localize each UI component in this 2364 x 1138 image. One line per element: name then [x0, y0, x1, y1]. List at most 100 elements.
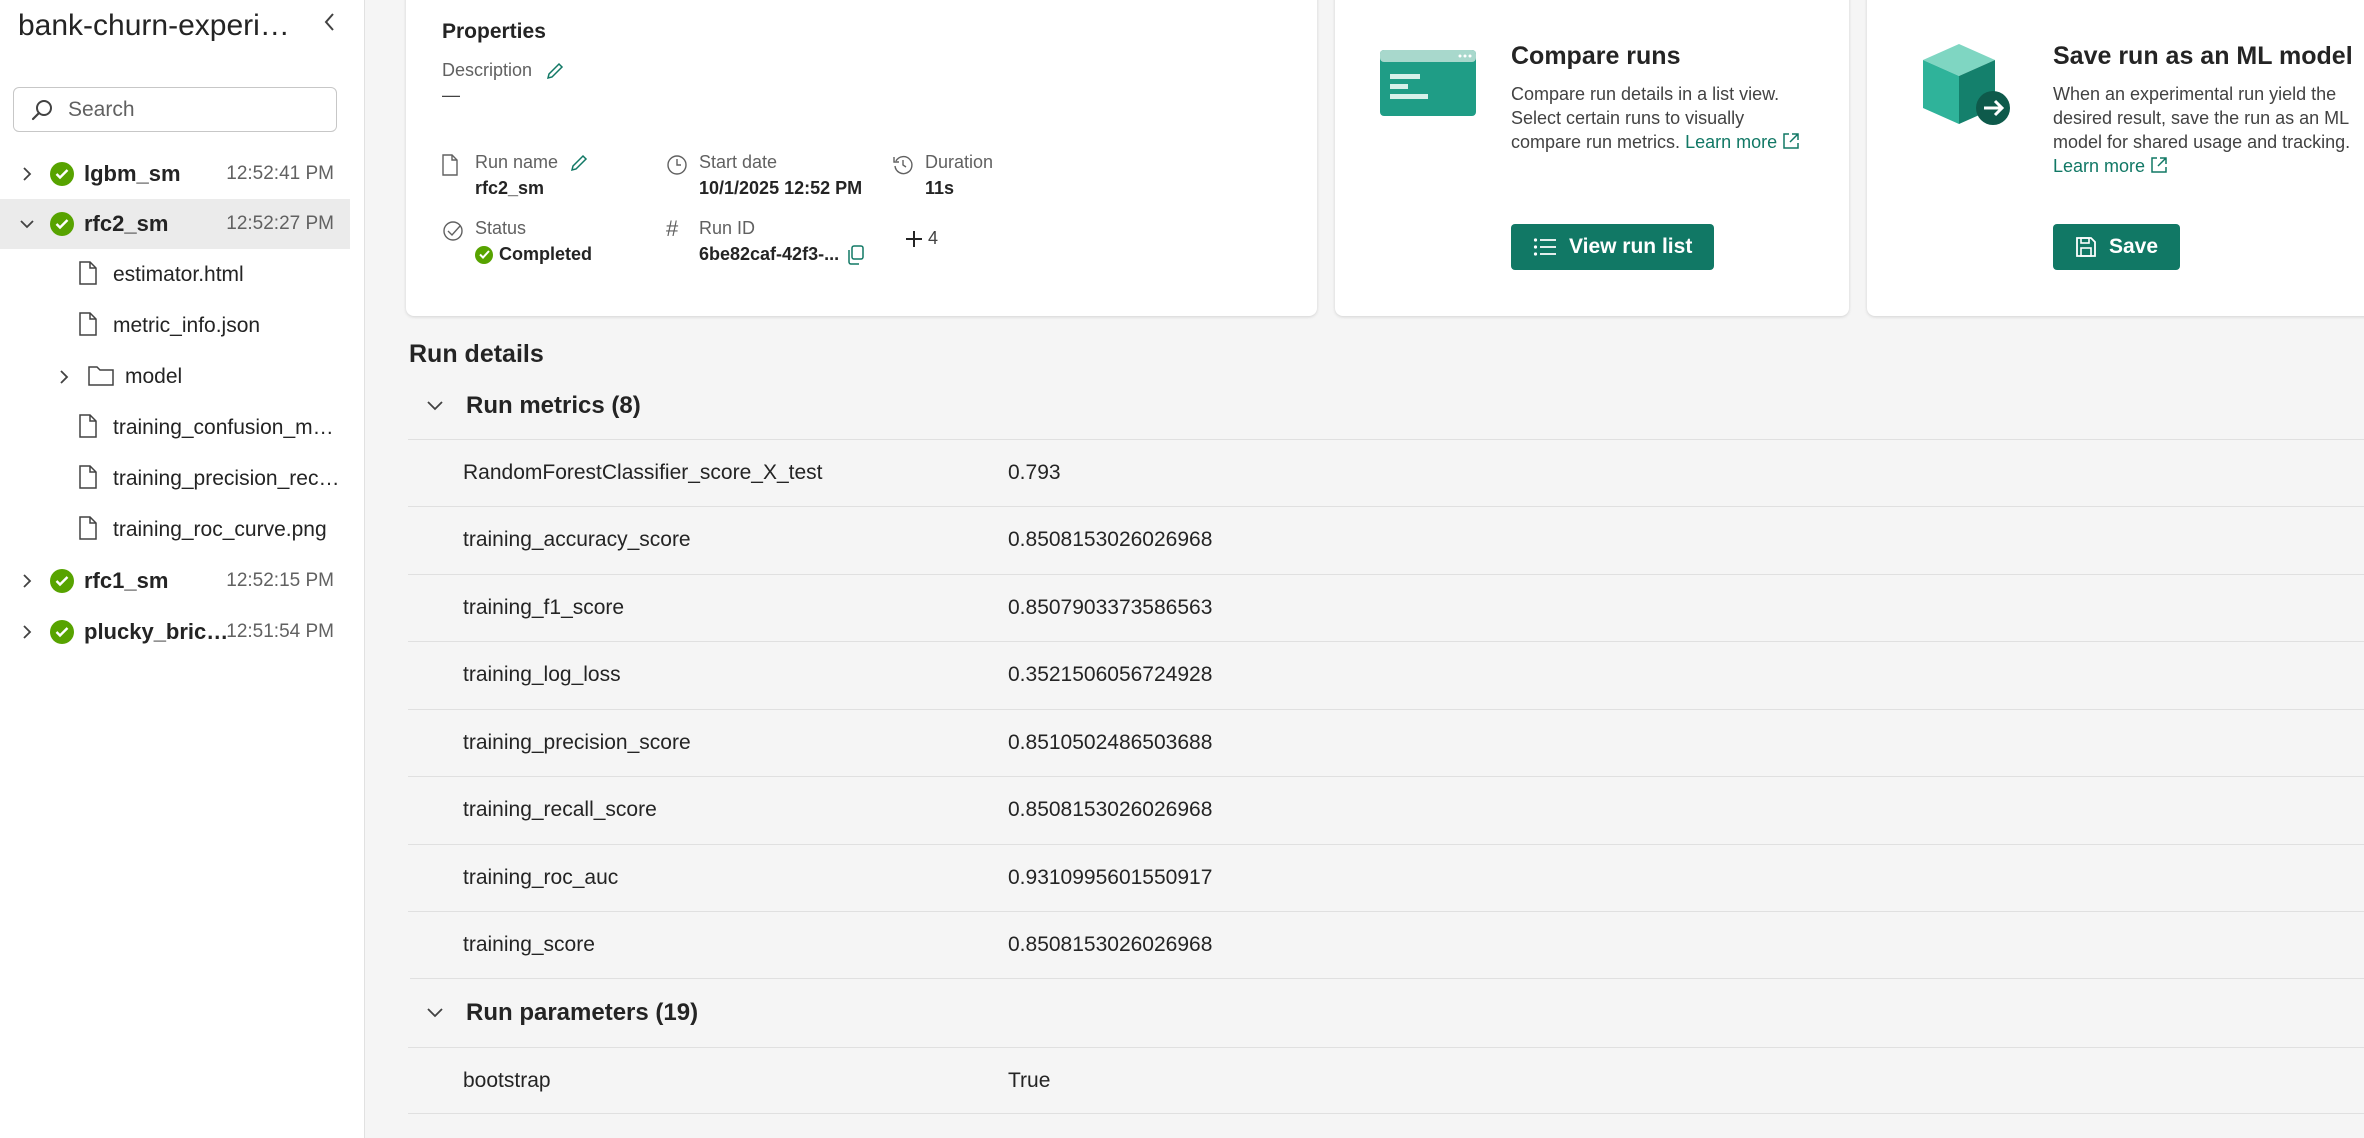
- status-label: Status: [475, 218, 527, 238]
- edit-pencil-icon[interactable]: [545, 61, 565, 81]
- file-item-estimator[interactable]: estimator.html: [0, 250, 350, 300]
- save-model-button[interactable]: Save: [2053, 224, 2181, 270]
- chevron-right-icon[interactable]: [18, 572, 36, 590]
- run-item-lgbm-sm[interactable]: lgbm_sm 12:52:41 PM: [0, 149, 350, 199]
- file-name: training_roc_curve.png: [113, 518, 327, 541]
- metric-key: training_f1_score: [463, 596, 625, 619]
- chevron-right-icon[interactable]: [18, 623, 36, 641]
- metric-value: 0.8508153026026968: [1008, 933, 1213, 956]
- file-item-roc-curve[interactable]: training_roc_curve.png: [0, 505, 350, 555]
- success-check-icon: [50, 162, 74, 186]
- file-icon: [78, 311, 98, 341]
- metric-key: training_log_loss: [463, 663, 621, 686]
- metric-key: training_roc_auc: [463, 866, 619, 889]
- success-check-icon: [50, 620, 74, 644]
- metric-row: training_log_loss 0.3521506056724928: [408, 641, 2364, 708]
- file-icon: [78, 464, 98, 494]
- file-item-confusion-matrix[interactable]: training_confusion_mat...: [0, 403, 350, 453]
- list-icon: [1533, 238, 1556, 256]
- folder-name: model: [125, 365, 183, 388]
- save-floppy-icon: [2076, 237, 2096, 257]
- file-icon: [78, 413, 98, 443]
- chevron-right-icon[interactable]: [55, 368, 73, 386]
- chevron-down-icon: [427, 1007, 443, 1017]
- edit-pencil-icon[interactable]: [569, 153, 589, 173]
- metric-row: training_roc_auc 0.9310995601550917: [408, 844, 2364, 911]
- sidebar: bank-churn-experiment lgbm_sm 12:52:41 P…: [0, 0, 365, 1138]
- metric-key: training_recall_score: [463, 798, 657, 821]
- metric-value: 0.8508153026026968: [1008, 528, 1213, 551]
- search-icon: [31, 99, 52, 120]
- copy-icon[interactable]: [847, 244, 865, 265]
- duration-value: 11s: [925, 178, 955, 198]
- metric-value: 0.3521506056724928: [1008, 663, 1213, 686]
- chevron-left-icon: [324, 13, 334, 31]
- open-external-icon: [2151, 157, 2167, 173]
- run-item-rfc2-sm[interactable]: rfc2_sm 12:52:27 PM: [0, 199, 350, 249]
- file-icon: [78, 515, 98, 545]
- metric-key: training_accuracy_score: [463, 528, 691, 551]
- metric-value: 0.8507903373586563: [1008, 596, 1213, 619]
- start-date-label: Start date: [699, 152, 778, 172]
- chevron-down-icon[interactable]: [18, 215, 36, 233]
- file-item-metric-info[interactable]: metric_info.json: [0, 301, 350, 351]
- document-icon: [442, 154, 458, 176]
- folder-item-model[interactable]: model: [0, 352, 350, 402]
- metric-row: training_precision_score 0.8510502486503…: [408, 709, 2364, 776]
- save-title: Save run as an ML model: [2053, 42, 2353, 70]
- file-name: estimator.html: [113, 263, 244, 286]
- more-count: 4: [928, 228, 939, 248]
- search-input[interactable]: [66, 96, 320, 123]
- metric-key: training_precision_score: [463, 731, 691, 754]
- run-id-value: 6be82caf-42f3-...: [699, 244, 865, 265]
- run-time: 12:52:15 PM: [226, 570, 334, 591]
- metric-value: 0.8508153026026968: [1008, 798, 1213, 821]
- chevron-right-icon[interactable]: [18, 165, 36, 183]
- file-name: training_confusion_mat...: [113, 416, 345, 439]
- learn-more-link[interactable]: Learn more: [1685, 132, 1800, 152]
- run-name: lgbm_sm: [84, 161, 181, 186]
- success-check-icon: [50, 212, 74, 236]
- run-item-plucky-brick[interactable]: plucky_brick_... 12:51:54 PM: [0, 607, 350, 657]
- compare-description: Compare run details in a list view. Sele…: [1511, 82, 1811, 154]
- param-key: bootstrap: [463, 1068, 551, 1092]
- file-name: metric_info.json: [113, 314, 261, 337]
- run-name-value: rfc2_sm: [475, 178, 545, 198]
- model-cube-icon: [1919, 42, 2015, 135]
- status-value: Completed: [475, 244, 592, 265]
- run-metrics-header[interactable]: Run metrics (8): [410, 372, 2364, 440]
- metric-row: training_recall_score 0.8508153026026968: [408, 776, 2364, 843]
- properties-card: Properties Description — Run name rfc2_s…: [406, 0, 1317, 316]
- success-check-icon: [50, 569, 74, 593]
- run-item-rfc1-sm[interactable]: rfc1_sm 12:52:15 PM: [0, 556, 350, 606]
- folder-icon: [88, 364, 114, 391]
- metric-key: training_score: [463, 933, 595, 956]
- run-name: plucky_brick_...: [84, 619, 229, 644]
- compare-runs-card: Compare runs Compare run details in a li…: [1335, 0, 1849, 316]
- save-description: When an experimental run yield the desir…: [2053, 84, 2351, 176]
- clock-icon: [667, 155, 687, 175]
- compare-illustration-icon: [1380, 50, 1476, 121]
- file-item-precision-recall[interactable]: training_precision_recal...: [0, 454, 350, 504]
- plus-icon: [906, 230, 922, 247]
- run-name: rfc1_sm: [84, 568, 169, 593]
- more-properties-button[interactable]: 4: [904, 228, 938, 249]
- status-icon: [443, 221, 463, 241]
- hash-icon: #: [666, 216, 679, 241]
- collapse-sidebar-button[interactable]: [318, 10, 342, 34]
- run-details-title: Run details: [409, 340, 544, 368]
- open-external-icon: [1783, 133, 1799, 149]
- run-parameters-header[interactable]: Run parameters (19): [410, 978, 2364, 1046]
- learn-more-link[interactable]: Learn more: [2053, 156, 2168, 176]
- compare-title: Compare runs: [1511, 42, 1681, 70]
- experiment-title: bank-churn-experiment: [18, 9, 308, 42]
- metric-row: training_accuracy_score 0.85081530260269…: [408, 506, 2364, 573]
- success-check-icon: [475, 245, 493, 264]
- search-box[interactable]: [13, 87, 337, 132]
- file-name: training_precision_recal...: [113, 467, 345, 490]
- run-time: 12:52:27 PM: [226, 213, 334, 234]
- view-run-list-button[interactable]: View run list: [1511, 224, 1715, 270]
- duration-label: Duration: [925, 152, 994, 172]
- run-id-label: Run ID: [699, 218, 756, 238]
- history-icon: [893, 155, 913, 175]
